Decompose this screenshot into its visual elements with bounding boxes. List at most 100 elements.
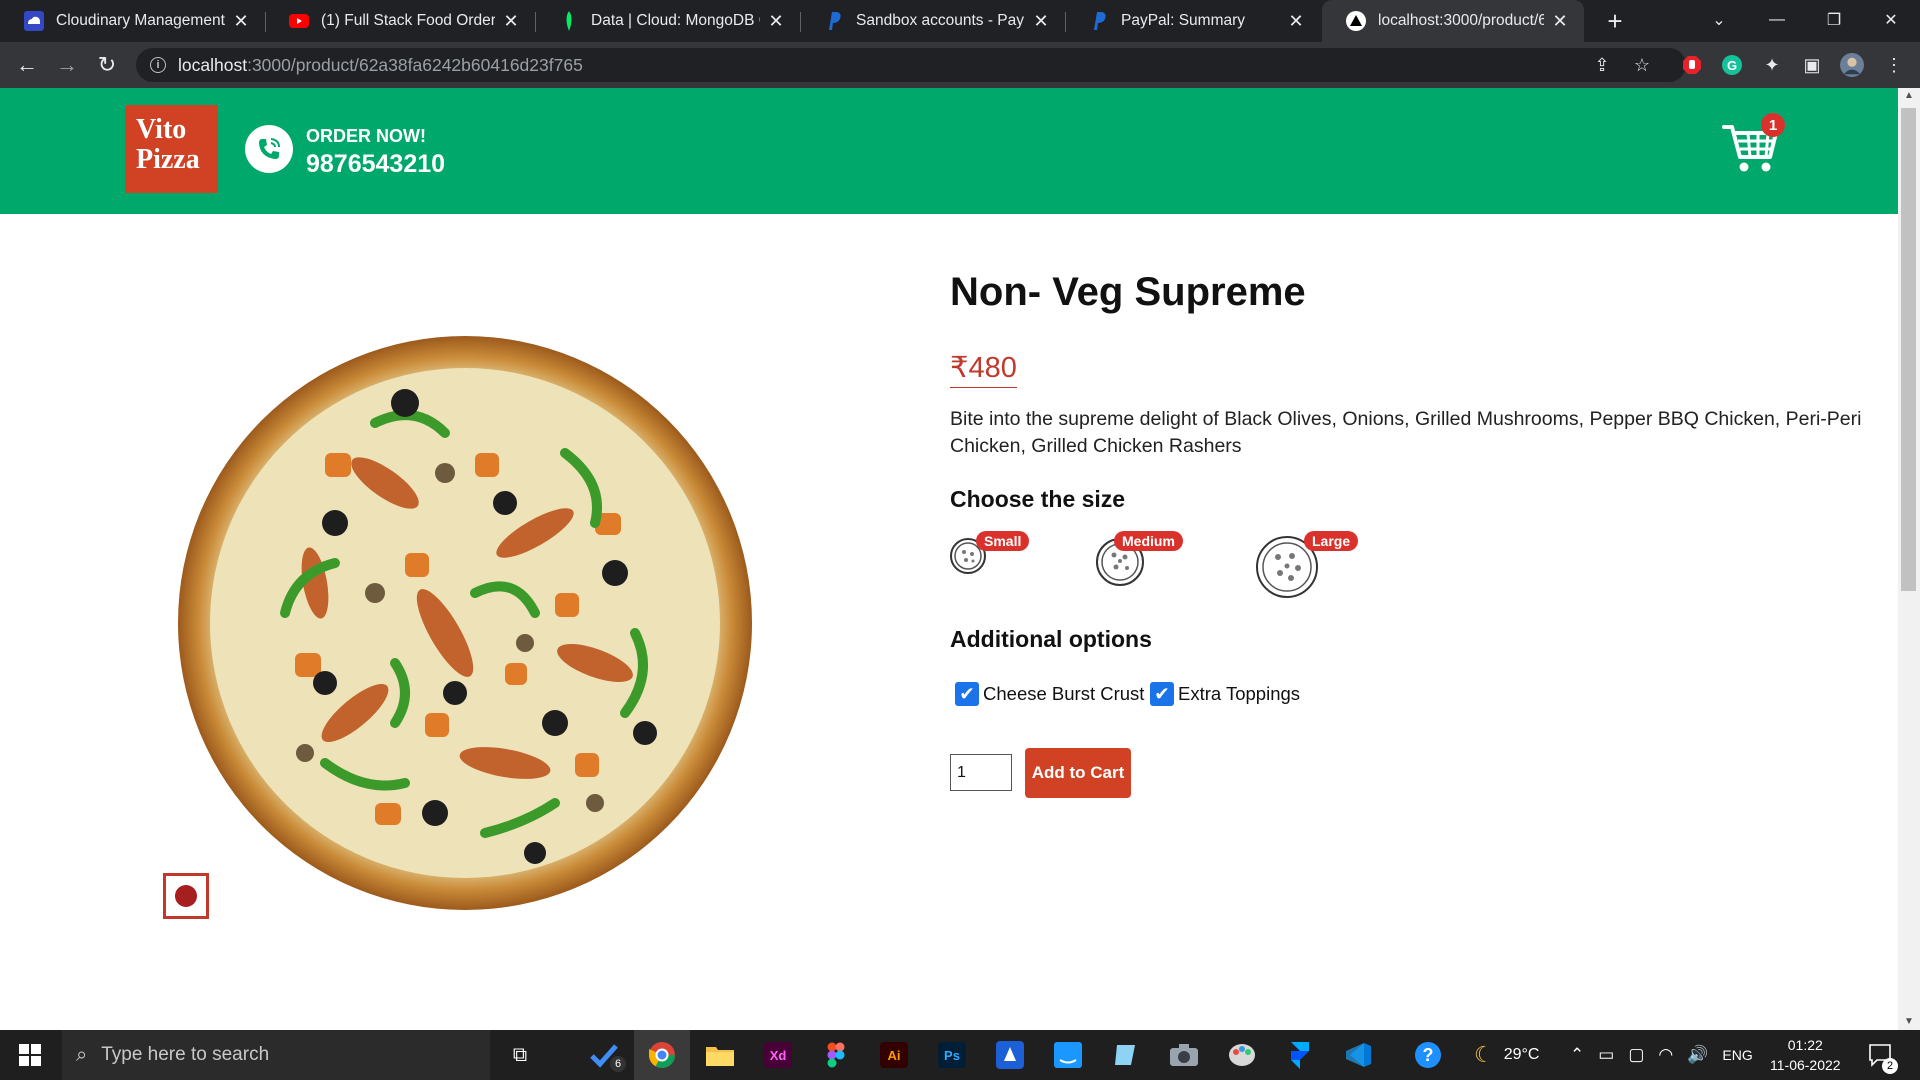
notification-center-icon[interactable]: 2	[1868, 1030, 1898, 1080]
clock[interactable]: 01:22 11-06-2022	[1770, 1030, 1841, 1080]
extensions-puzzle-icon[interactable]: ✦	[1760, 53, 1784, 77]
chrome-taskbar-icon[interactable]	[634, 1030, 690, 1080]
chrome-menu-icon[interactable]: ⋮	[1882, 53, 1906, 77]
reading-list-icon[interactable]: ▣	[1800, 53, 1824, 77]
notes-app-icon[interactable]	[1098, 1030, 1154, 1080]
system-tray[interactable]: ⌃ ▭ ▢ ◠ 🔊 ENG	[1570, 1030, 1753, 1080]
prime-video-icon[interactable]	[1040, 1030, 1096, 1080]
profile-avatar[interactable]	[1840, 53, 1864, 77]
volume-icon[interactable]: 🔊	[1687, 1045, 1708, 1065]
forward-button[interactable]: →	[52, 50, 82, 80]
battery-icon[interactable]: ▭	[1598, 1045, 1614, 1065]
todo-app-icon[interactable]: 6	[576, 1030, 632, 1080]
minimize-button[interactable]: —	[1748, 0, 1806, 40]
svg-text:?: ?	[1423, 1045, 1434, 1065]
scroll-up-arrow[interactable]: ▲	[1903, 90, 1915, 102]
bookmark-star-icon[interactable]: ☆	[1630, 53, 1654, 77]
windows-start-icon[interactable]	[2, 1030, 58, 1080]
back-button[interactable]: ←	[12, 50, 42, 80]
figma-icon[interactable]	[808, 1030, 864, 1080]
file-explorer-icon[interactable]	[692, 1030, 748, 1080]
mongodb-icon	[559, 11, 579, 31]
checkbox-checked-icon[interactable]: ✔	[955, 682, 979, 706]
app-shortcut-icon[interactable]	[982, 1030, 1038, 1080]
svg-text:Ps: Ps	[944, 1048, 960, 1063]
paint-app-icon[interactable]	[1214, 1030, 1270, 1080]
framer-icon[interactable]	[1272, 1030, 1328, 1080]
grammarly-extension-icon[interactable]: G	[1720, 53, 1744, 77]
help-icon[interactable]: ?	[1400, 1030, 1456, 1080]
search-placeholder: Type here to search	[101, 1044, 270, 1065]
tab-title: PayPal: Summary	[1121, 12, 1246, 29]
tab-paypal-summary[interactable]: PayPal: Summary ✕	[1065, 0, 1320, 42]
quantity-input[interactable]	[950, 754, 1012, 791]
vscode-icon[interactable]	[1330, 1030, 1386, 1080]
scrollbar-thumb[interactable]	[1901, 108, 1916, 591]
search-icon: ⌕	[76, 1043, 88, 1066]
address-bar[interactable]: i localhost:3000/product/62a38fa6242b604…	[136, 48, 1686, 82]
weather-temp: 29°C	[1503, 1046, 1540, 1063]
option-label: Cheese Burst Crust	[983, 683, 1145, 704]
checkbox-checked-icon[interactable]: ✔	[1150, 682, 1174, 706]
close-icon[interactable]: ✕	[1550, 11, 1570, 31]
browser-tab-strip: Cloudinary Management Co ✕ (1) Full Stac…	[0, 0, 1920, 42]
tab-paypal-sandbox[interactable]: Sandbox accounts - PayPal ✕	[800, 0, 1065, 42]
paypal-icon	[824, 11, 844, 31]
tab-youtube[interactable]: (1) Full Stack Food Ordering ✕	[265, 0, 535, 42]
size-option-large[interactable]: Large	[1256, 530, 1366, 602]
tab-localhost-product[interactable]: localhost:3000/product/62a ✕	[1322, 0, 1584, 42]
close-icon[interactable]: ✕	[766, 11, 786, 31]
close-icon[interactable]: ✕	[1286, 11, 1306, 31]
new-tab-button[interactable]: +	[1600, 6, 1630, 36]
language-indicator[interactable]: ENG	[1722, 1047, 1752, 1063]
meet-now-icon[interactable]: ▢	[1628, 1045, 1644, 1065]
tab-search-icon[interactable]: ⌄	[1690, 0, 1748, 40]
wifi-icon[interactable]: ◠	[1658, 1045, 1673, 1065]
close-icon[interactable]: ✕	[1031, 11, 1051, 31]
svg-text:Xd: Xd	[770, 1048, 787, 1063]
paypal-icon	[1089, 11, 1109, 31]
address-url[interactable]: localhost:3000/product/62a38fa6242b60416…	[178, 55, 583, 76]
size-option-small[interactable]: Small	[950, 530, 1030, 580]
illustrator-icon[interactable]: Ai	[866, 1030, 922, 1080]
tab-mongodb[interactable]: Data | Cloud: MongoDB Clo ✕	[535, 0, 800, 42]
camera-icon[interactable]	[1156, 1030, 1212, 1080]
site-info-icon[interactable]: i	[150, 57, 166, 73]
page-scrollbar[interactable]: ▲ ▼	[1898, 88, 1920, 1030]
image-thumbnail-button[interactable]	[163, 873, 209, 919]
taskbar-search[interactable]: ⌕ Type here to search	[62, 1030, 490, 1080]
cloudinary-icon	[24, 11, 44, 31]
option-extra-toppings[interactable]: ✔ Extra Toppings	[1150, 682, 1300, 706]
adblock-extension-icon[interactable]	[1680, 53, 1704, 77]
order-now-label: ORDER NOW!	[306, 126, 426, 146]
weather-widget[interactable]: ☾ 29°C	[1474, 1030, 1539, 1080]
notification-count: 2	[1882, 1058, 1898, 1074]
product-title: Non- Veg Supreme	[950, 270, 1306, 314]
adobe-xd-icon[interactable]: Xd	[750, 1030, 806, 1080]
option-cheese-burst-crust[interactable]: ✔ Cheese Burst Crust	[955, 682, 1144, 706]
task-view-icon[interactable]: ⧉	[492, 1030, 548, 1080]
close-window-button[interactable]: ✕	[1862, 0, 1920, 40]
tab-title: localhost:3000/product/62a	[1378, 12, 1544, 29]
tab-title: Cloudinary Management Co	[56, 12, 225, 29]
site-header: Vito Pizza ORDER NOW! 9876543210 1	[0, 88, 1898, 214]
share-icon[interactable]: ⇪	[1590, 53, 1614, 77]
photoshop-icon[interactable]: Ps	[924, 1030, 980, 1080]
size-label-large: Large	[1304, 531, 1359, 551]
chevron-up-icon[interactable]: ⌃	[1570, 1045, 1584, 1065]
phone-icon	[245, 125, 293, 173]
moon-icon: ☾	[1474, 1042, 1494, 1067]
logo-line-1: Vito	[136, 114, 187, 145]
tab-cloudinary[interactable]: Cloudinary Management Co ✕	[0, 0, 265, 42]
pizza-image	[175, 333, 755, 913]
vito-pizza-logo[interactable]: Vito Pizza	[125, 105, 218, 193]
size-heading: Choose the size	[950, 486, 1126, 512]
size-option-medium[interactable]: Medium	[1096, 530, 1196, 590]
reload-button[interactable]: ↻	[92, 50, 122, 80]
close-icon[interactable]: ✕	[501, 11, 521, 31]
scroll-down-arrow[interactable]: ▼	[1903, 1016, 1915, 1028]
close-icon[interactable]: ✕	[231, 11, 251, 31]
phone-number: 9876543210	[306, 150, 446, 178]
add-to-cart-button[interactable]: Add to Cart	[1025, 748, 1131, 798]
restore-button[interactable]: ❐	[1805, 0, 1863, 40]
